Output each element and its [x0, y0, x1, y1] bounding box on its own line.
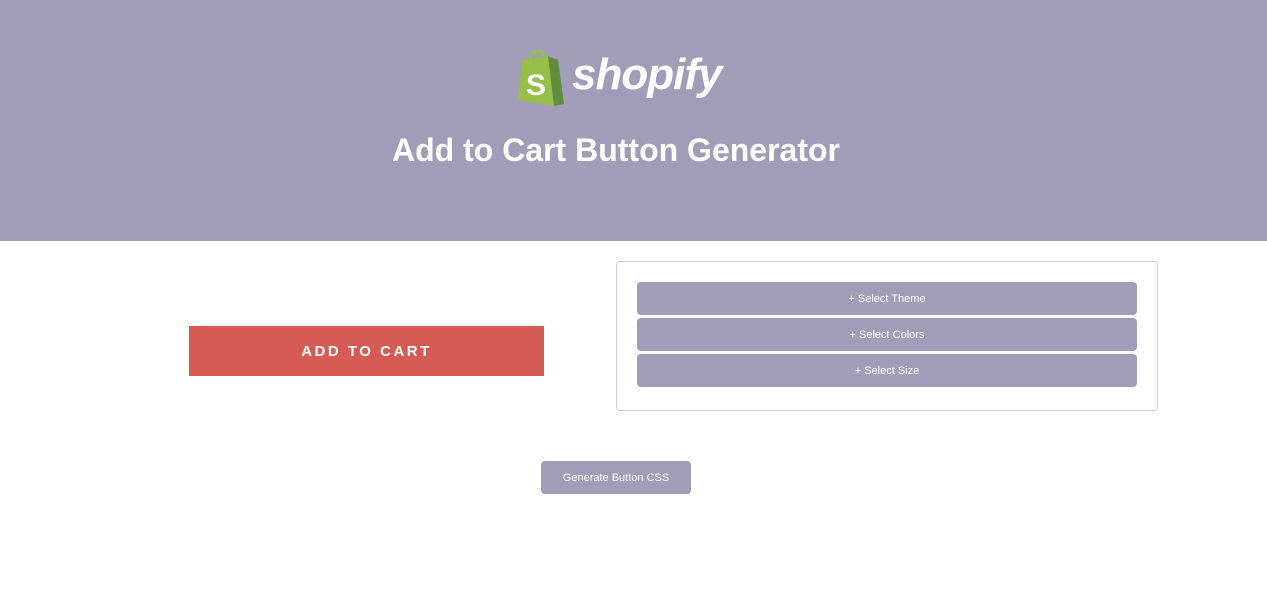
options-panel: + Select Theme + Select Colors + Select …: [616, 261, 1158, 411]
svg-text:S: S: [526, 69, 546, 102]
header-banner: S shopify Add to Cart Button Generator: [0, 0, 1267, 241]
shopify-bag-icon: S: [518, 49, 564, 106]
shopify-wordmark: shopify: [572, 50, 722, 99]
add-to-cart-preview-button[interactable]: ADD TO CART: [189, 326, 544, 376]
select-colors-button[interactable]: + Select Colors: [637, 318, 1137, 351]
page-title: Add to Cart Button Generator: [392, 132, 840, 168]
select-size-button[interactable]: + Select Size: [637, 354, 1137, 387]
generate-css-button[interactable]: Generate Button CSS: [541, 461, 691, 494]
shopify-logo: S shopify: [514, 48, 722, 108]
select-theme-button[interactable]: + Select Theme: [637, 282, 1137, 315]
